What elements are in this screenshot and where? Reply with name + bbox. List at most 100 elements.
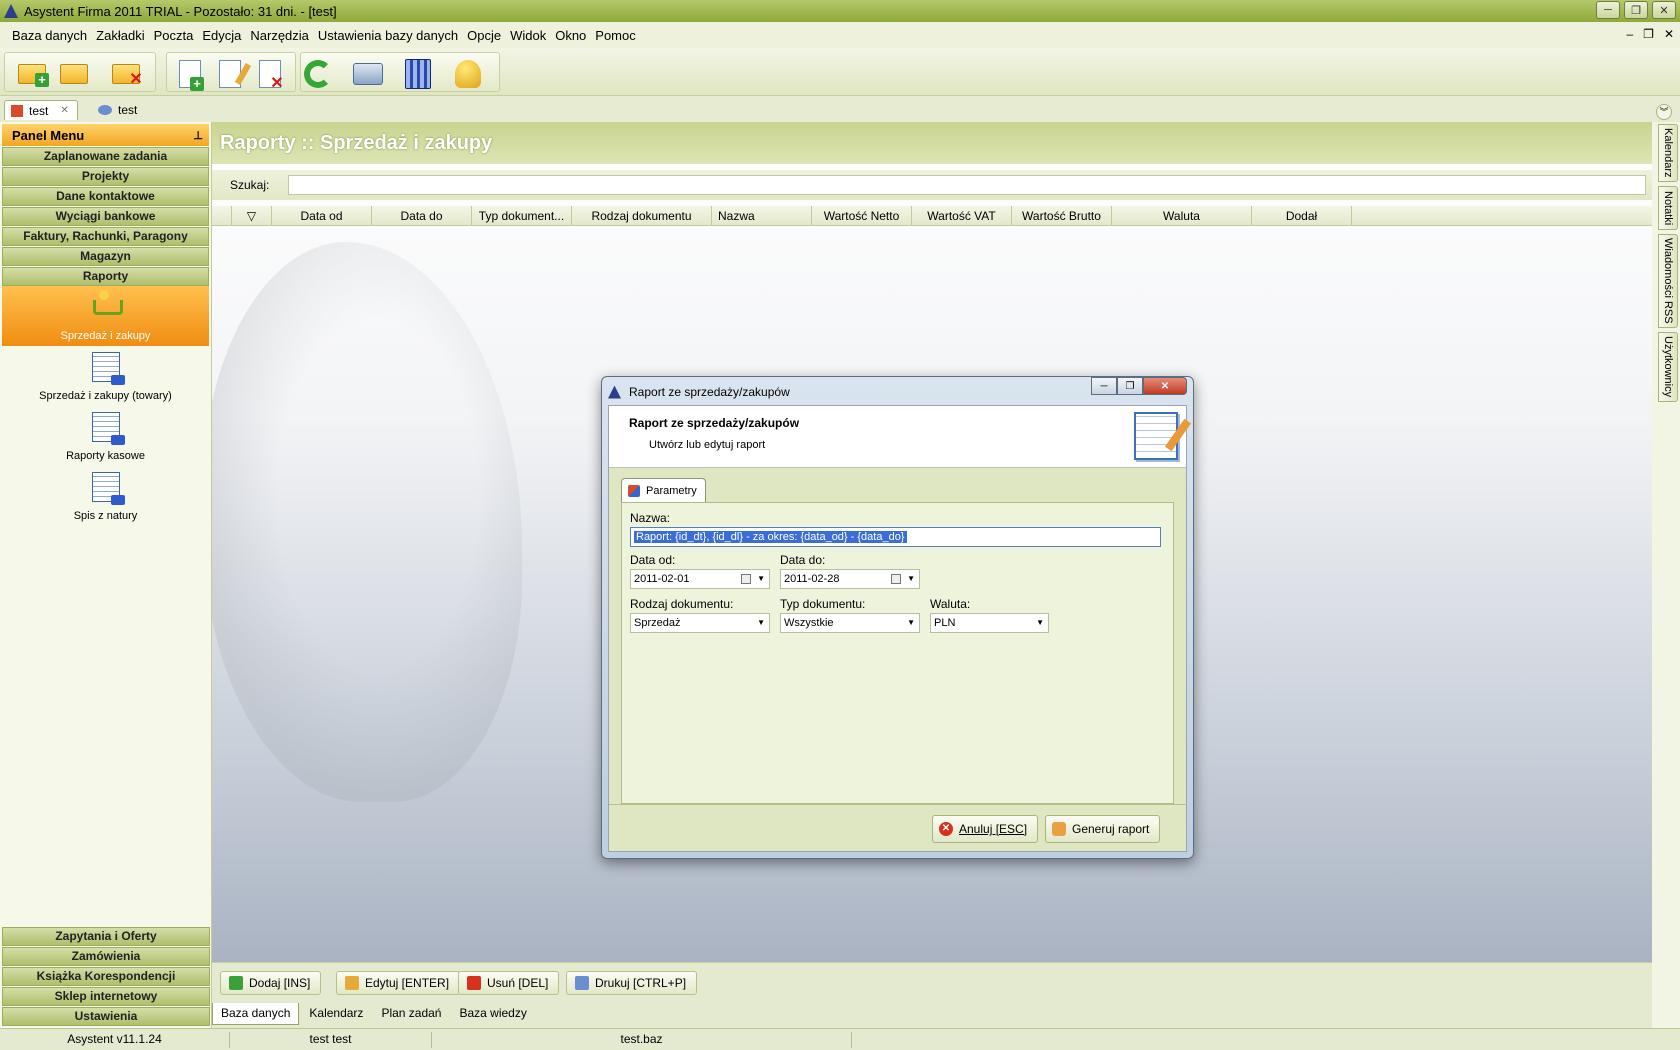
column-waluta[interactable]: Waluta	[1112, 206, 1252, 225]
menu-edycja[interactable]: Edycja	[202, 28, 241, 43]
maximize-button[interactable]: ❐	[1624, 1, 1648, 19]
category-raporty[interactable]: Raporty	[2, 267, 209, 286]
open-database-button[interactable]	[57, 58, 91, 90]
cancel-icon: ✕	[939, 822, 953, 836]
close-database-button[interactable]: ✕	[109, 58, 143, 90]
chevron-down-icon[interactable]: ▼	[757, 614, 765, 632]
mdi-minimize-button[interactable]: –	[1626, 27, 1633, 41]
reminders-button[interactable]	[451, 58, 485, 90]
typ-select[interactable]: Wszystkie ▼	[780, 613, 920, 633]
menu-narzedzia[interactable]: Narzędzia	[250, 28, 309, 43]
menu-baza-danych[interactable]: Baza danych	[12, 28, 87, 43]
doc-tab-test-1[interactable]: test ✕	[4, 100, 78, 120]
bottom-tab-kalendarz[interactable]: Kalendarz	[301, 1003, 371, 1025]
category-dane-kontaktowe[interactable]: Dane kontaktowe	[2, 187, 209, 206]
column-dodal[interactable]: Dodał	[1252, 206, 1352, 225]
sub-item-sprzedaz-zakupy[interactable]: Sprzedaż i zakupy	[2, 286, 209, 346]
page-title: Raporty :: Sprzedaż i zakupy	[212, 122, 1652, 164]
column-rodzaj-dokumentu[interactable]: Rodzaj dokumentu	[572, 206, 712, 225]
sub-item-raporty-kasowe[interactable]: Raporty kasowe	[2, 406, 209, 466]
data-do-picker[interactable]: 2011-02-28 ▼	[780, 569, 920, 589]
sub-item-sprzedaz-zakupy-towary[interactable]: Sprzedaż i zakupy (towary)	[2, 346, 209, 406]
category-ustawienia[interactable]: Ustawienia	[2, 1007, 210, 1026]
delete-record-button[interactable]: ✕	[253, 58, 287, 92]
column-wartosc-vat[interactable]: Wartość VAT	[912, 206, 1012, 225]
print-button-label: Drukuj [CTRL+P]	[595, 976, 687, 990]
close-tab-icon[interactable]: ✕	[60, 105, 68, 116]
calendar-icon[interactable]	[741, 574, 751, 584]
category-projekty[interactable]: Projekty	[2, 167, 209, 186]
edit-button-label: Edytuj [ENTER]	[365, 976, 450, 990]
calculator-icon	[405, 59, 431, 89]
column-data-od[interactable]: Data od	[272, 206, 372, 225]
tab-parametry[interactable]: Parametry	[621, 478, 706, 502]
minimize-button[interactable]: ─	[1596, 1, 1620, 19]
calendar-icon[interactable]	[891, 574, 901, 584]
refresh-button[interactable]	[301, 58, 335, 90]
column-wartosc-brutto[interactable]: Wartość Brutto	[1012, 206, 1112, 225]
status-user: test test	[230, 1032, 432, 1048]
generate-report-button[interactable]: Generuj raport	[1045, 815, 1161, 843]
chevron-down-icon[interactable]: ▼	[907, 614, 915, 632]
doc-tab-test-2[interactable]: test	[92, 100, 152, 120]
waluta-select[interactable]: PLN ▼	[930, 613, 1049, 633]
category-magazyn[interactable]: Magazyn	[2, 247, 209, 266]
side-tab-notatki[interactable]: Notatki	[1658, 186, 1678, 230]
edit-button[interactable]: Edytuj [ENTER]	[336, 971, 461, 995]
calculator-button[interactable]	[401, 58, 435, 90]
data-od-picker[interactable]: 2011-02-01 ▼	[630, 569, 770, 589]
menu-ustawienia-bazy[interactable]: Ustawienia bazy danych	[318, 28, 458, 43]
category-faktury[interactable]: Faktury, Rachunki, Paragony	[2, 227, 209, 246]
filter-icon: ▽	[246, 209, 257, 223]
action-bar: Dodaj [INS] Edytuj [ENTER] Usuń [DEL] Dr…	[212, 962, 1652, 1028]
add-button[interactable]: Dodaj [INS]	[220, 971, 322, 995]
category-zamowienia[interactable]: Zamówienia	[2, 947, 210, 966]
side-tab-uzytkownicy[interactable]: Użytkownicy	[1658, 332, 1678, 402]
close-button[interactable]: ✕	[1652, 1, 1676, 19]
collapse-icon[interactable]: ︾	[1656, 104, 1672, 120]
mdi-restore-button[interactable]: ❐	[1643, 27, 1654, 41]
delete-button[interactable]: Usuń [DEL]	[458, 971, 560, 995]
edit-record-button[interactable]	[213, 58, 252, 90]
menu-okno[interactable]: Okno	[555, 28, 586, 43]
category-zapytania-oferty[interactable]: Zapytania i Oferty	[2, 927, 210, 946]
dialog-minimize-button[interactable]: ─	[1091, 377, 1117, 395]
category-zaplanowane-zadania[interactable]: Zaplanowane zadania	[2, 147, 209, 166]
menu-widok[interactable]: Widok	[510, 28, 546, 43]
category-sklep-internetowy[interactable]: Sklep internetowy	[2, 987, 210, 1006]
nazwa-input[interactable]: Raport: {id_dt}, {id_dl} - za okres: {da…	[630, 527, 1161, 547]
column-typ-dokumentu[interactable]: Typ dokument...	[472, 206, 572, 225]
dialog-close-button[interactable]: ✕	[1143, 377, 1187, 395]
category-ksiazka-korespondencji[interactable]: Książka Korespondencji	[2, 967, 210, 986]
dialog-maximize-button[interactable]: ❐	[1117, 377, 1143, 395]
search-input[interactable]	[288, 175, 1646, 195]
print-button[interactable]	[351, 58, 385, 90]
status-extra	[852, 1032, 1680, 1048]
dialog-titlebar: Raport ze sprzedaży/zakupów	[608, 383, 790, 401]
bottom-tab-baza-wiedzy[interactable]: Baza wiedzy	[451, 1003, 534, 1025]
menu-pomoc[interactable]: Pomoc	[595, 28, 635, 43]
sub-item-spis-z-natury[interactable]: Spis z natury	[2, 466, 209, 526]
mdi-close-button[interactable]: ✕	[1664, 27, 1674, 41]
filter-header[interactable]: ▽	[232, 206, 272, 225]
cancel-button[interactable]: ✕ Anuluj [ESC]	[932, 815, 1039, 843]
pin-icon[interactable]: ⊥	[193, 129, 203, 142]
column-nazwa[interactable]: Nazwa	[712, 206, 812, 225]
category-wyciagi-bankowe[interactable]: Wyciągi bankowe	[2, 207, 209, 226]
chevron-down-icon[interactable]: ▼	[757, 570, 765, 588]
column-wartosc-netto[interactable]: Wartość Netto	[812, 206, 912, 225]
new-database-button[interactable]: +	[15, 58, 49, 90]
chevron-down-icon[interactable]: ▼	[1036, 614, 1044, 632]
bottom-tab-plan-zadan[interactable]: Plan zadań	[373, 1003, 449, 1025]
menu-zakladki[interactable]: Zakładki	[96, 28, 144, 43]
column-data-do[interactable]: Data do	[372, 206, 472, 225]
side-tab-kalendarz[interactable]: Kalendarz	[1658, 124, 1678, 182]
menu-poczta[interactable]: Poczta	[154, 28, 194, 43]
bottom-tab-baza-danych[interactable]: Baza danych	[212, 1003, 300, 1025]
print-list-button[interactable]: Drukuj [CTRL+P]	[566, 971, 698, 995]
rodzaj-select[interactable]: Sprzedaż ▼	[630, 613, 770, 633]
menu-opcje[interactable]: Opcje	[467, 28, 501, 43]
side-tab-wiadomosci-rss[interactable]: Wiadomości RSS	[1658, 234, 1678, 328]
add-record-button[interactable]: +	[173, 58, 207, 91]
chevron-down-icon[interactable]: ▼	[907, 570, 915, 588]
